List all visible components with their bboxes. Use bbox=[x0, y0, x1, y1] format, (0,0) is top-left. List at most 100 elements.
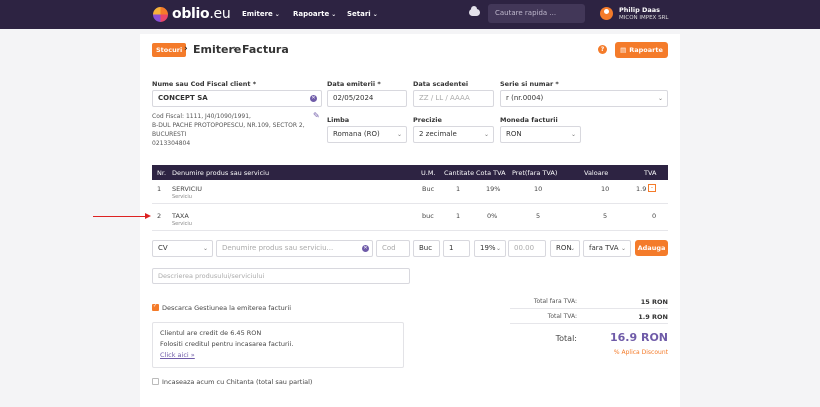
col-vat-rate: Cota TVA bbox=[476, 169, 506, 177]
products-table-header: Nr. Denumire produs sau serviciu U.M. Ca… bbox=[152, 165, 668, 180]
col-um: U.M. bbox=[421, 169, 436, 177]
oblio-logo[interactable]: oblio.eu bbox=[153, 6, 231, 22]
row1-name[interactable]: SERVICIU bbox=[172, 185, 202, 193]
net-total-value: 15 RON bbox=[640, 298, 668, 306]
user-name[interactable]: Philip Daas bbox=[619, 6, 660, 14]
annotation-arrow bbox=[93, 216, 147, 217]
client-address: B-DUL PACHE PROTOPOPESCU, NR.109, SECTOR… bbox=[152, 122, 305, 129]
row-divider bbox=[152, 230, 668, 231]
unit-input[interactable]: Buc bbox=[413, 240, 440, 257]
product-name-input[interactable]: Denumire produs sau serviciu... bbox=[216, 240, 373, 257]
clear-product-icon[interactable]: ✕ bbox=[362, 245, 369, 252]
code-type-value: CV bbox=[158, 244, 168, 252]
series-select[interactable]: r (nr.0004) ⌄ bbox=[500, 90, 668, 107]
vat-total-value: 1.9 RON bbox=[638, 313, 668, 321]
question-icon[interactable]: ? bbox=[598, 45, 607, 54]
chevron-down-icon: ⌄ bbox=[483, 131, 489, 138]
client-details: Cod Fiscal: 1111, J40/1090/1991, B-DUL P… bbox=[152, 112, 305, 148]
credit-click-link[interactable]: Click aici » bbox=[160, 350, 396, 361]
row1-qty: 1 bbox=[456, 185, 461, 193]
reports-button[interactable]: ▤ Rapoarte bbox=[615, 42, 668, 58]
chevron-down-icon: ⌄ bbox=[396, 131, 402, 138]
row2-value: 5 bbox=[603, 212, 608, 220]
row1-type: Serviciu bbox=[172, 194, 192, 200]
stock-discharge-checkbox[interactable] bbox=[152, 303, 159, 311]
user-avatar-icon[interactable] bbox=[600, 7, 613, 20]
nav-rapoarte[interactable]: Rapoarte ⌄ bbox=[293, 10, 336, 18]
chevron-right-icon: › bbox=[184, 44, 188, 54]
row2-vat: 0 bbox=[652, 212, 657, 220]
breadcrumb-stocuri-badge[interactable]: Stocuri bbox=[152, 43, 187, 57]
row1-nr: 1 bbox=[157, 185, 162, 193]
col-qty: Cantitate bbox=[444, 169, 475, 177]
chevron-down-icon: ⌄ bbox=[569, 245, 575, 252]
add-product-button[interactable]: Adauga bbox=[635, 240, 668, 256]
language-select[interactable]: Romana (RO) ⌄ bbox=[327, 126, 407, 143]
row-currency-select[interactable]: RON ⌄ bbox=[550, 240, 580, 257]
logo-main: oblio bbox=[172, 6, 210, 22]
product-description-textarea[interactable]: Descrierea produsului/serviciului bbox=[152, 268, 410, 284]
cloud-icon[interactable] bbox=[469, 6, 480, 16]
row-delete-icon[interactable]: - bbox=[648, 184, 656, 192]
vat-rate-select[interactable]: 19% ⌄ bbox=[474, 240, 506, 257]
chevron-down-icon: ⌄ bbox=[570, 131, 576, 138]
price-input[interactable]: 00.00 bbox=[508, 240, 546, 257]
issue-date-label: Data emiterii * bbox=[327, 80, 381, 88]
issue-date-input[interactable]: 02/05/2024 bbox=[327, 90, 407, 107]
collect-receipt-checkbox[interactable] bbox=[152, 378, 159, 385]
grand-total-label: Total: bbox=[555, 334, 577, 343]
nav-emitere-label: Emitere bbox=[242, 10, 273, 18]
client-label: Nume sau Cod Fiscal client * bbox=[152, 80, 257, 88]
chevron-down-icon: ⌄ bbox=[274, 10, 280, 18]
col-product: Denumire produs sau serviciu bbox=[172, 169, 270, 177]
row2-qty: 1 bbox=[456, 212, 461, 220]
totals-divider bbox=[510, 308, 668, 309]
precision-value: 2 zecimale bbox=[419, 130, 457, 138]
totals-divider bbox=[510, 323, 668, 324]
nav-setari[interactable]: Setari ⌄ bbox=[347, 10, 378, 18]
vat-total-label: Total TVA: bbox=[547, 313, 577, 320]
apply-discount-link[interactable]: % Aplica Discount bbox=[590, 349, 668, 356]
vat-rate-value: 19% bbox=[480, 244, 496, 252]
due-date-label: Data scadentei bbox=[413, 80, 469, 88]
reports-button-label: Rapoarte bbox=[629, 46, 663, 54]
col-value: Valoare bbox=[584, 169, 609, 177]
chevron-down-icon: ⌄ bbox=[657, 95, 663, 102]
clear-client-icon[interactable]: ✕ bbox=[310, 95, 317, 102]
language-value: Romana (RO) bbox=[333, 130, 380, 138]
edit-client-icon[interactable]: ✎ bbox=[313, 111, 320, 120]
product-code-input[interactable]: Cod bbox=[376, 240, 410, 257]
top-navigation-bar: oblio.eu Emitere ⌄ Rapoarte ⌄ Setari ⌄ Caut… bbox=[0, 0, 820, 29]
chevron-down-icon: ⌄ bbox=[495, 245, 501, 252]
quantity-input[interactable]: 1 bbox=[443, 240, 470, 257]
client-fiscal-code: Cod Fiscal: 1111, J40/1090/1991, bbox=[152, 113, 251, 120]
precision-select[interactable]: 2 zecimale ⌄ bbox=[413, 126, 494, 143]
client-credit-box: Clientul are credit de 6.45 RON Folositi… bbox=[152, 322, 404, 368]
currency-label: Moneda facturii bbox=[500, 116, 558, 124]
chevron-right-icon: › bbox=[233, 44, 237, 54]
code-type-select[interactable]: CV ⌄ bbox=[152, 240, 213, 257]
logo-suffix: .eu bbox=[209, 6, 231, 22]
collect-receipt-label: Incaseaza acum cu Chitanta (total sau pa… bbox=[162, 378, 313, 386]
nav-emitere[interactable]: Emitere ⌄ bbox=[242, 10, 280, 18]
nav-rapoarte-label: Rapoarte bbox=[293, 10, 330, 18]
client-city: BUCURESTI bbox=[152, 131, 187, 138]
row2-name[interactable]: TAXA bbox=[172, 212, 189, 220]
nav-setari-label: Setari bbox=[347, 10, 371, 18]
client-input[interactable]: CONCEPT SA bbox=[152, 90, 322, 107]
row1-um: Buc bbox=[422, 185, 435, 193]
chevron-down-icon: ⌄ bbox=[620, 245, 626, 252]
vat-mode-select[interactable]: fara TVA ⌄ bbox=[583, 240, 631, 257]
row2-um: buc bbox=[422, 212, 434, 220]
page-title: Factura bbox=[242, 43, 289, 56]
due-date-input[interactable]: ZZ / LL / AAAA bbox=[413, 90, 494, 107]
stock-discharge-label: Descarca Gestiunea la emiterea facturii bbox=[162, 304, 292, 312]
col-nr: Nr. bbox=[157, 169, 167, 177]
series-value: r (nr.0004) bbox=[506, 94, 544, 102]
row1-vat-rate: 19% bbox=[486, 185, 501, 193]
quick-search-input[interactable]: Cautare rapida ... bbox=[488, 4, 585, 23]
vat-mode-value: fara TVA bbox=[589, 244, 619, 252]
currency-select[interactable]: RON ⌄ bbox=[500, 126, 581, 143]
user-company: MICON IMPEX SRL bbox=[619, 15, 669, 21]
series-label: Serie si numar * bbox=[500, 80, 559, 88]
